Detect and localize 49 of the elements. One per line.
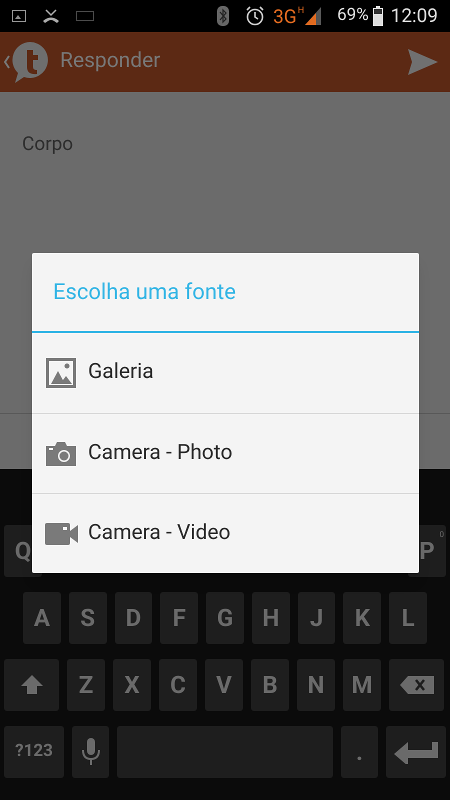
send-button[interactable] xyxy=(408,49,438,75)
network-type: 3G xyxy=(273,6,297,26)
keyboard-key[interactable]: Z xyxy=(67,659,105,711)
enter-key[interactable] xyxy=(386,726,446,778)
keyboard-key[interactable]: D xyxy=(114,592,152,644)
video-camera-icon xyxy=(44,522,78,544)
key-hint: 0 xyxy=(440,529,444,541)
keyboard-key[interactable]: N xyxy=(297,659,335,711)
backspace-key[interactable] xyxy=(389,659,444,711)
camera-icon xyxy=(46,442,76,466)
battery-icon xyxy=(372,6,383,26)
keyboard-notification-icon xyxy=(76,11,94,21)
send-icon xyxy=(408,49,438,75)
microphone-icon xyxy=(80,738,100,766)
backspace-icon xyxy=(400,676,434,694)
enter-arrow-icon xyxy=(394,740,438,764)
keyboard-key[interactable]: H xyxy=(252,592,290,644)
dialog-title: Escolha uma fonte xyxy=(53,278,236,306)
keyboard-key[interactable]: G xyxy=(206,592,244,644)
keyboard-key[interactable]: L xyxy=(389,592,428,644)
screen-title: Responder xyxy=(60,48,162,76)
keyboard-key[interactable]: K xyxy=(343,592,382,644)
body-field[interactable]: Corpo xyxy=(22,130,428,158)
battery-percentage: 69% xyxy=(337,4,369,28)
signal-icon xyxy=(305,6,322,24)
alarm-icon xyxy=(245,6,266,26)
source-option[interactable]: Camera - Photo xyxy=(32,413,419,493)
clock: 12:09 xyxy=(390,2,438,29)
keyboard-key[interactable]: F xyxy=(160,592,198,644)
keyboard-key[interactable]: B xyxy=(251,659,289,711)
keyboard-key[interactable]: V xyxy=(205,659,243,711)
keyboard-key[interactable]: C xyxy=(159,659,197,711)
keyboard-key[interactable]: A xyxy=(23,592,61,644)
bluetooth-icon xyxy=(217,6,230,26)
microphone-key[interactable] xyxy=(72,726,109,778)
source-option[interactable]: Galeria xyxy=(32,333,419,413)
back-chevron-icon xyxy=(4,55,10,69)
keyboard-key[interactable]: J xyxy=(298,592,336,644)
period-key[interactable]: . xyxy=(341,726,378,778)
source-option[interactable]: Camera - Video xyxy=(32,493,419,573)
keyboard-key[interactable]: S xyxy=(68,592,107,644)
shift-arrow-icon xyxy=(20,673,44,697)
image-icon xyxy=(46,358,76,388)
symbols-key[interactable]: ?123 xyxy=(4,726,64,778)
image-notification-icon xyxy=(12,10,26,22)
keyboard-key[interactable]: M xyxy=(343,659,381,711)
keyboard-key[interactable]: X xyxy=(113,659,151,711)
network-subtype: H xyxy=(298,6,304,16)
shift-key[interactable] xyxy=(4,659,59,711)
